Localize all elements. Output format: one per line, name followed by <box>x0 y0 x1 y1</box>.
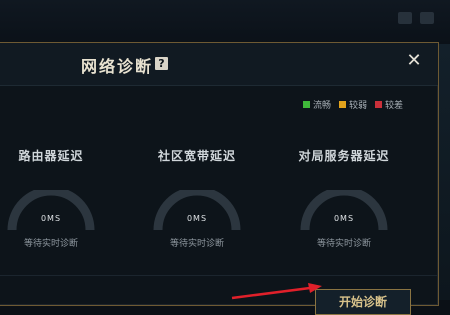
gauge-arc-icon <box>153 190 241 230</box>
metric-status: 等待实时诊断 <box>169 239 224 249</box>
client-icon <box>398 12 412 24</box>
metric-status: 等待实时诊断 <box>316 239 371 249</box>
gauge-value: 0MS <box>333 214 355 223</box>
dialog-header: 网络诊断 ? ✕ <box>0 43 438 86</box>
green-swatch-icon <box>303 100 310 108</box>
close-icon[interactable]: ✕ <box>405 52 423 70</box>
help-icon[interactable]: ? <box>155 57 168 70</box>
metric-label: 路由器延迟 <box>18 149 84 163</box>
metric-router-latency: 路由器延迟 0MS 等待实时诊断 <box>0 147 111 249</box>
network-diagnosis-dialog: 网络诊断 ? ✕ 流畅 较弱 较差 路由器延迟 0MS 等待实时诊断 社区宽带延… <box>0 42 439 315</box>
yellow-swatch-icon <box>339 100 347 108</box>
legend-label: 较差 <box>385 100 404 111</box>
legend-label: 较弱 <box>349 100 368 111</box>
latency-gauge: 0MS <box>299 190 389 230</box>
red-arrow-icon <box>231 283 322 300</box>
legend-item-poor: 较差 <box>375 98 403 111</box>
metric-label: 社区宽带延迟 <box>157 149 236 163</box>
latency-gauge: 0MS <box>6 190 96 230</box>
legend-item-weak: 较弱 <box>339 98 367 111</box>
red-swatch-icon <box>375 100 383 108</box>
latency-legend: 流畅 较弱 较差 <box>303 97 403 111</box>
gauge-value: 0MS <box>186 214 208 223</box>
gauge-arc-icon <box>7 190 95 230</box>
divider <box>0 275 438 276</box>
gauge-value: 0MS <box>40 214 62 223</box>
dialog-title: 网络诊断 <box>81 57 154 76</box>
legend-item-smooth: 流畅 <box>303 98 331 111</box>
metric-game-server-latency: 对局服务器延迟 0MS 等待实时诊断 <box>284 147 404 249</box>
client-icon <box>420 12 434 24</box>
legend-label: 流畅 <box>313 100 332 111</box>
metric-label: 对局服务器延迟 <box>298 149 390 163</box>
gauge-arc-icon <box>300 190 388 230</box>
metric-status: 等待实时诊断 <box>23 239 78 249</box>
metric-community-broadband-latency: 社区宽带延迟 0MS 等待实时诊断 <box>137 147 257 249</box>
start-diagnosis-button[interactable]: 开始诊断 <box>315 289 411 315</box>
latency-gauge: 0MS <box>152 190 242 230</box>
background-client-bar <box>0 0 450 44</box>
